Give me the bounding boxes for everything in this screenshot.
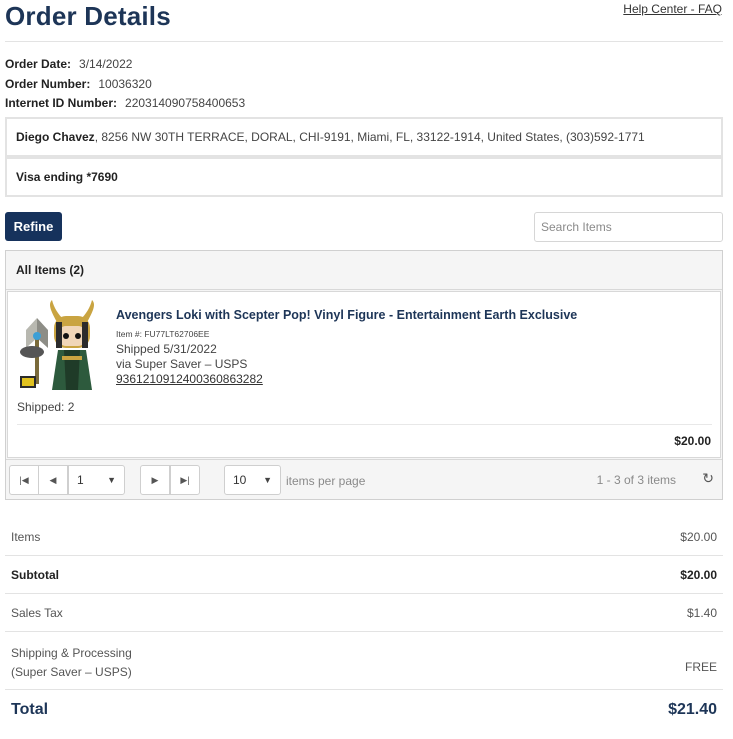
summary-tax-label: Sales Tax [11, 605, 63, 620]
item-name[interactable]: Avengers Loki with Scepter Pop! Vinyl Fi… [116, 308, 577, 323]
next-page-button[interactable]: ▶ [140, 465, 170, 495]
item-shipped-date: Shipped 5/31/2022 [116, 342, 217, 356]
order-number-value: 10036320 [98, 76, 152, 91]
shipping-label-line2: (Super Saver – USPS) [11, 665, 132, 679]
summary-items-row: Items $20.00 [5, 518, 723, 556]
order-number-row: Order Number: 10036320 [5, 75, 245, 95]
summary-total-row: Total $21.40 [5, 690, 723, 730]
order-date-label: Order Date: [5, 57, 72, 71]
summary-shipping-row: Shipping & Processing (Super Saver – USP… [5, 632, 723, 690]
last-page-icon: ▶| [180, 474, 190, 485]
search-items-input[interactable] [534, 212, 723, 242]
order-meta: Order Date: 3/14/2022 Order Number: 1003… [5, 55, 245, 114]
summary-subtotal-label: Subtotal [11, 567, 59, 582]
first-page-icon: |◀ [19, 474, 29, 485]
item-carrier: via Super Saver – USPS [116, 357, 248, 371]
refresh-icon[interactable]: ↻ [702, 470, 714, 487]
page-select[interactable]: 1 ▼ [68, 465, 125, 495]
internet-id-label: Internet ID Number: [5, 96, 118, 110]
summary-tax-value: $1.40 [686, 605, 717, 620]
order-number-label: Order Number: [5, 76, 91, 91]
order-date-value: 3/14/2022 [79, 57, 133, 71]
item-number: Item #: FU77LT62706EE [116, 329, 210, 339]
header-divider [5, 41, 723, 42]
pager: |◀ ◀ 1 ▼ ▶ ▶| 10 ▼ items per page 1 - 3 … [6, 459, 722, 499]
grid-header: All Items (2) [6, 251, 722, 290]
next-page-icon: ▶ [151, 474, 159, 485]
address-details: , 8256 NW 30TH TERRACE, DORAL, CHI-9191,… [94, 130, 645, 144]
summary-items-value: $20.00 [680, 529, 717, 544]
tracking-link[interactable]: 9361210912400360863282 [116, 372, 577, 387]
payment-method: Visa ending *7690 [16, 170, 118, 184]
items-grid: All Items (2) Avengers Loki with Scepter… [5, 250, 723, 500]
internet-id-row: Internet ID Number: 220314090758400653 [5, 94, 245, 114]
summary-tax-row: Sales Tax $1.40 [5, 594, 723, 632]
list-item: Avengers Loki with Scepter Pop! Vinyl Fi… [7, 291, 721, 458]
page-size-select[interactable]: 10 ▼ [224, 465, 281, 495]
page-title: Order Details [5, 1, 171, 31]
item-divider [17, 424, 712, 425]
prev-page-icon: ◀ [49, 474, 57, 485]
page-size-value: 10 [233, 473, 247, 487]
last-page-button[interactable]: ▶| [170, 465, 200, 495]
item-price: $20.00 [674, 434, 711, 448]
chevron-down-icon: ▼ [107, 475, 116, 485]
shipping-address-box: Diego Chavez , 8256 NW 30TH TERRACE, DOR… [5, 117, 723, 157]
prev-page-button[interactable]: ◀ [38, 465, 68, 495]
order-date-row: Order Date: 3/14/2022 [5, 55, 245, 75]
first-page-button[interactable]: |◀ [9, 465, 39, 495]
shipping-label-line1: Shipping & Processing [11, 646, 132, 660]
summary-total-value: $21.40 [668, 701, 717, 718]
refine-button[interactable]: Refine [5, 212, 62, 241]
summary-subtotal-value: $20.00 [680, 567, 717, 582]
payment-method-box: Visa ending *7690 [5, 157, 723, 197]
page-select-value: 1 [77, 473, 84, 487]
chevron-down-icon: ▼ [263, 475, 272, 485]
shipped-count: Shipped: 2 [17, 400, 75, 414]
summary-shipping-value: FREE [684, 660, 717, 674]
summary-total-label: Total [11, 701, 49, 718]
internet-id-value: 220314090758400653 [125, 96, 246, 110]
customer-name: Diego Chavez [16, 130, 95, 144]
summary-subtotal-row: Subtotal $20.00 [5, 556, 723, 594]
summary-items-label: Items [11, 529, 41, 544]
items-per-page-label: items per page [286, 474, 366, 488]
help-center-link[interactable]: Help Center - FAQ [623, 2, 722, 16]
item-info: Avengers Loki with Scepter Pop! Vinyl Fi… [116, 308, 577, 387]
summary-shipping-label: Shipping & Processing (Super Saver – USP… [11, 644, 132, 682]
product-image [20, 300, 94, 390]
pager-range: 1 - 3 of 3 items [596, 473, 676, 487]
